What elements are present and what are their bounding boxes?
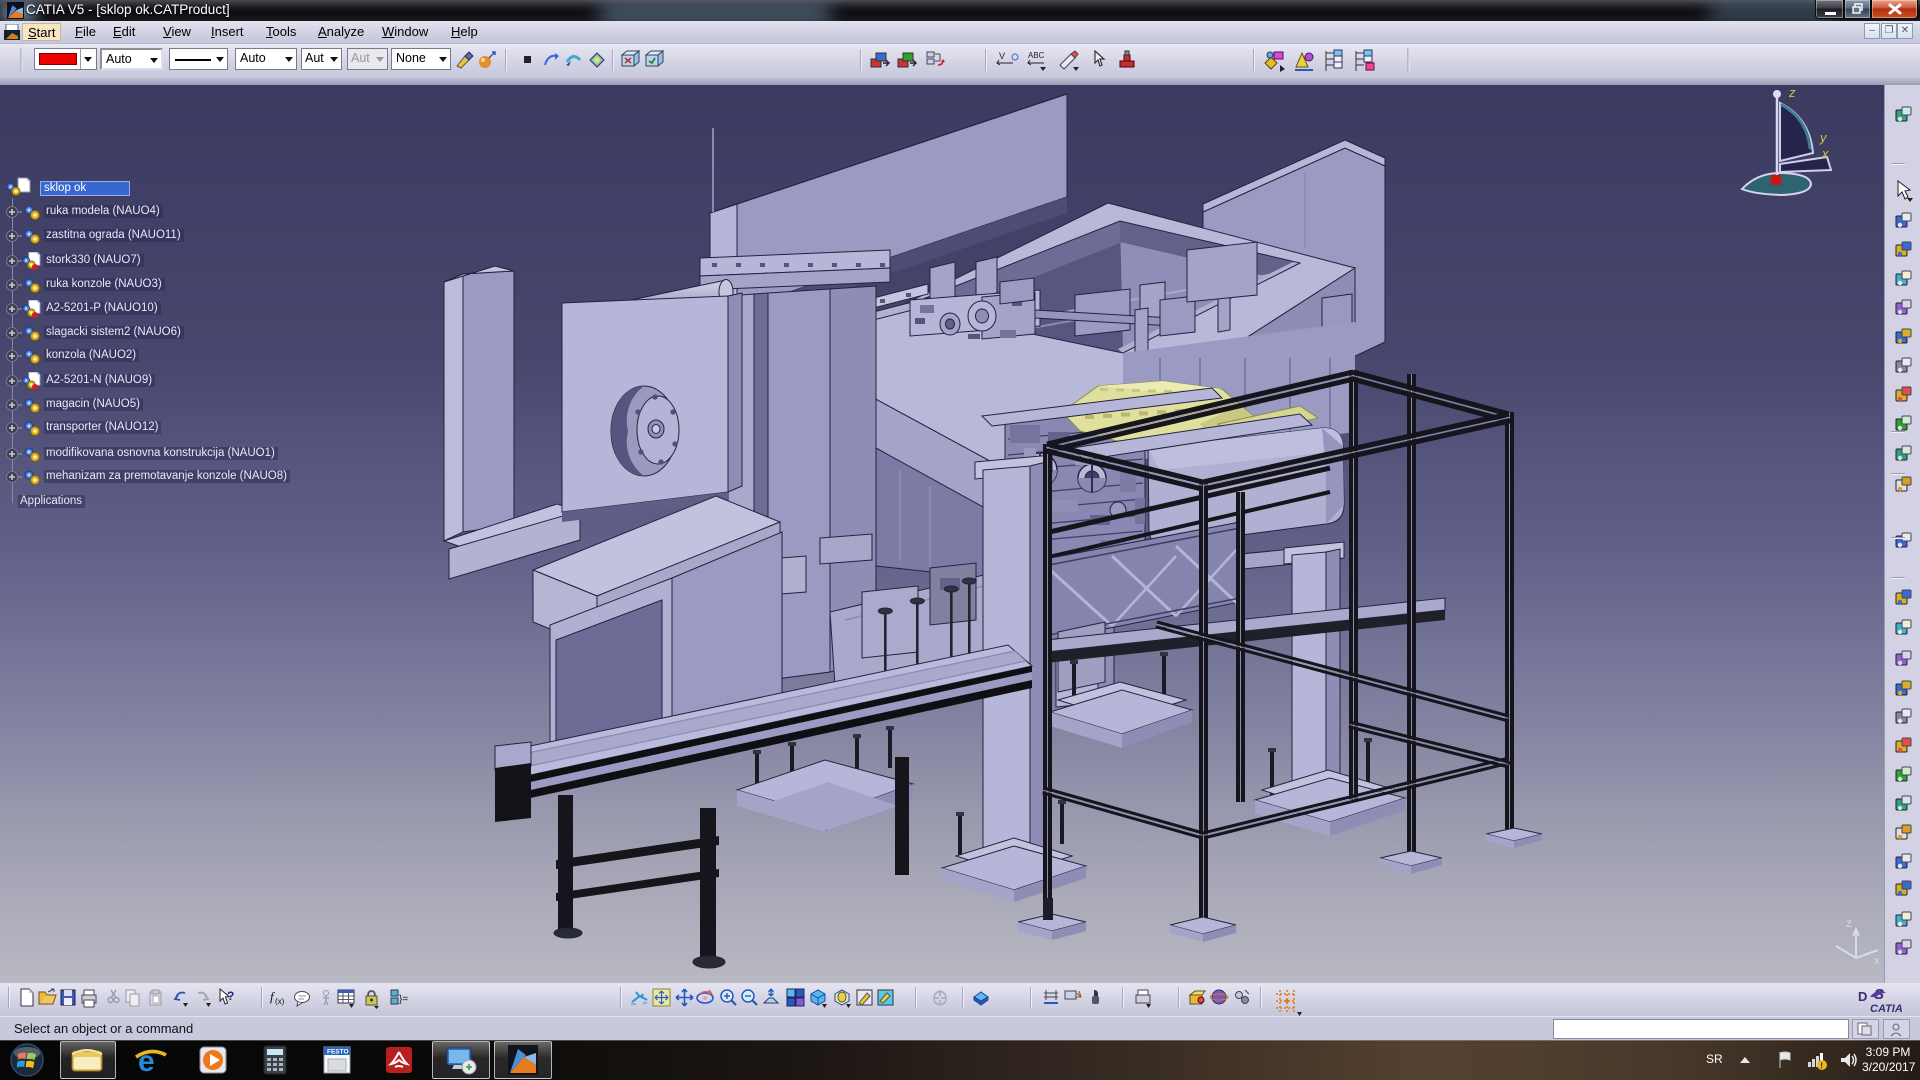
svg-text:CATIA: CATIA xyxy=(1870,1003,1903,1015)
svg-text:z: z xyxy=(1788,85,1796,100)
svg-text:D: D xyxy=(1858,989,1867,1004)
svg-text:z: z xyxy=(1846,916,1852,930)
svg-text:(x): (x) xyxy=(275,997,285,1006)
svg-text:}=: }= xyxy=(399,994,408,1005)
svg-text:!: ! xyxy=(1820,1062,1823,1071)
svg-text:V: V xyxy=(999,51,1005,61)
svg-text:x: x xyxy=(1821,146,1829,161)
svg-text:FESTO: FESTO xyxy=(327,1049,349,1056)
svg-text:?: ? xyxy=(227,989,234,1003)
svg-text:ABC: ABC xyxy=(1028,51,1045,60)
svg-text:x: x xyxy=(1874,955,1880,967)
